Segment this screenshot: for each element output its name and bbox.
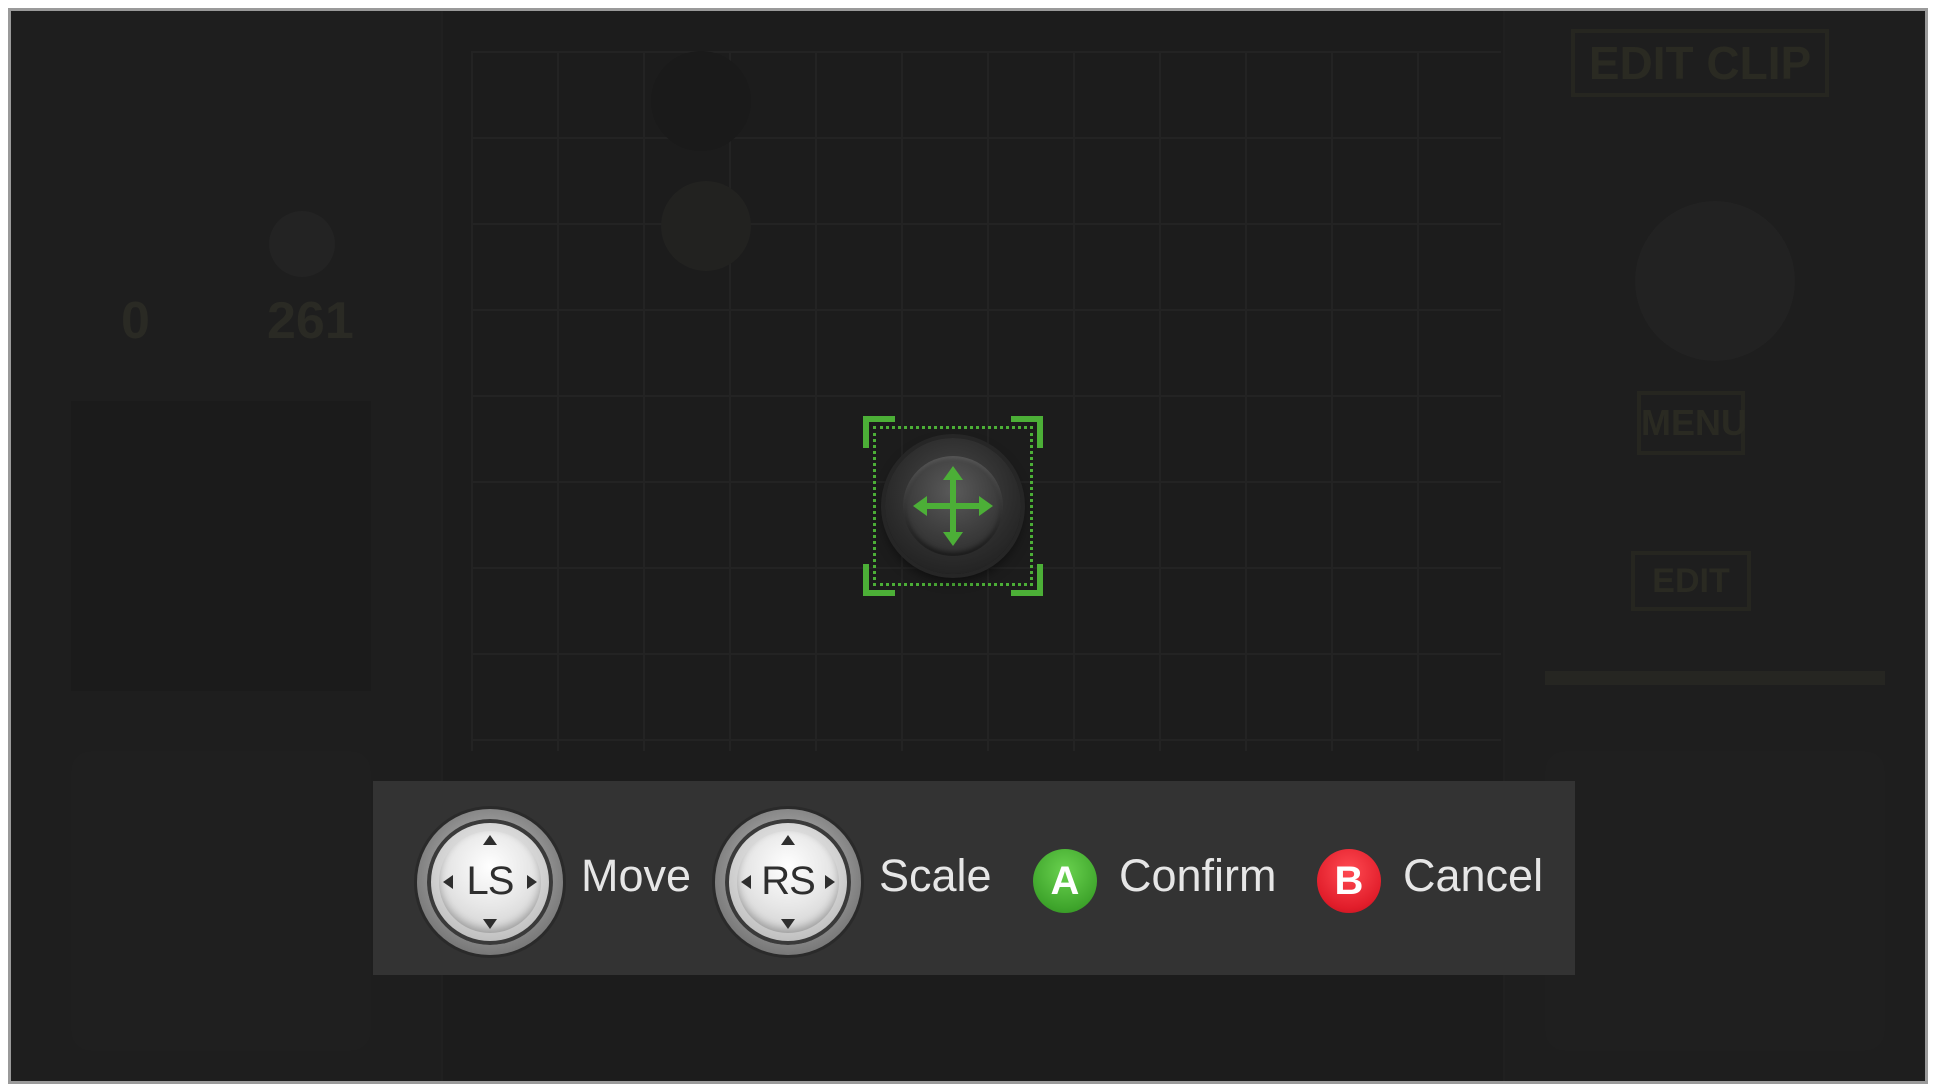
right-stick-label: RS: [761, 859, 816, 903]
b-button-icon: B: [1317, 849, 1381, 913]
corner-bottom-left: [863, 564, 895, 596]
move-arrows-icon: [913, 466, 993, 546]
confirm-hint-label: Confirm: [1119, 850, 1277, 901]
counter-right: 261: [267, 292, 354, 350]
selection-box[interactable]: [863, 416, 1043, 596]
minimap: [71, 401, 371, 691]
counter-left: 0: [121, 292, 150, 350]
move-hint-label: Move: [581, 850, 692, 901]
control-hint-bar: LS Move RS Scale A Confirm B Cancel: [373, 781, 1575, 975]
a-button-icon: A: [1033, 849, 1097, 913]
menu-button[interactable]: MENU: [1637, 391, 1747, 455]
progress-track: [1545, 671, 1885, 685]
coin-icon: [269, 211, 335, 277]
corner-top-right: [1011, 416, 1043, 448]
left-stick-icon: LS: [417, 809, 563, 955]
corner-bottom-right: [1011, 564, 1043, 596]
cancel-hint-label: Cancel: [1403, 850, 1544, 901]
stop-icon: [651, 51, 751, 151]
ghost-object-icon: [661, 181, 751, 271]
left-stick-label: LS: [466, 859, 515, 903]
right-stick-icon: RS: [715, 809, 861, 955]
level-grid: [471, 51, 1501, 751]
dpad-right: [1545, 751, 1885, 1051]
character-portrait: [1635, 201, 1795, 361]
edit-button[interactable]: EDIT: [1631, 551, 1751, 611]
dpad-left: [71, 751, 371, 1051]
scale-hint-label: Scale: [879, 850, 992, 901]
edit-clip-button[interactable]: EDIT CLIP: [1571, 29, 1829, 97]
move-handle[interactable]: [885, 438, 1021, 574]
corner-top-left: [863, 416, 895, 448]
game-viewport: 0 261 EDIT CLIP MENU EDIT LS Move RS Sca…: [8, 8, 1928, 1084]
